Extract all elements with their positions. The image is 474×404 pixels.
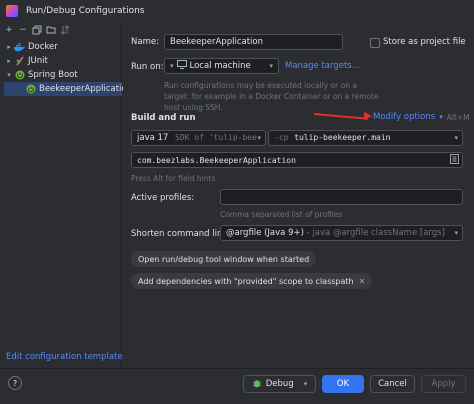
chevron-down-icon: ▾ <box>257 134 261 142</box>
name-value: BeekeeperApplication <box>170 37 263 47</box>
spring-boot-icon <box>26 84 36 95</box>
chevron-down-icon: ▾ <box>454 134 458 142</box>
ok-button[interactable]: OK <box>322 375 364 393</box>
classpath-select[interactable]: -cp tulip-beekeeper.main ▾ <box>268 130 463 146</box>
edit-templates-link[interactable]: Edit configuration templates... <box>6 352 135 362</box>
browse-icon[interactable] <box>450 153 459 167</box>
run-debug-icon <box>6 5 18 17</box>
remove-icon[interactable]: − <box>18 25 28 35</box>
build-run-title: Build and run <box>131 113 196 123</box>
close-icon[interactable]: ✕ <box>359 277 366 286</box>
run-on-value: Local machine <box>189 61 251 71</box>
chevron-right-icon[interactable]: ▸ <box>4 43 14 51</box>
tree-item-label: JUnit <box>28 56 48 66</box>
sort-icon[interactable] <box>60 25 70 35</box>
tree-item-beekeeper-application[interactable]: BeekeeperApplication <box>4 82 132 96</box>
shorten-command-line-label: Shorten command line: <box>131 229 231 239</box>
tree-item-label: BeekeeperApplication <box>39 84 132 94</box>
jdk-detail: SDK of 'tulip-bee <box>175 133 257 142</box>
run-on-label: Run on: <box>131 62 164 72</box>
store-as-project-file-checkbox[interactable] <box>370 38 380 48</box>
profiles-hint: Comma separated list of profiles <box>220 210 343 219</box>
annotation-arrow-head <box>363 111 373 121</box>
option-chip[interactable]: Add dependencies with "provided" scope t… <box>131 273 373 289</box>
classpath-value: tulip-beekeeper.main <box>294 133 391 142</box>
folder-icon[interactable] <box>46 25 56 35</box>
tree-item-spring-boot[interactable]: ▾ Spring Boot <box>4 68 122 82</box>
chevron-down-icon: ▾ <box>439 113 443 121</box>
name-label: Name: <box>131 37 159 47</box>
manage-targets-link[interactable]: Manage targets... <box>285 61 360 71</box>
debug-button[interactable]: Debug ▾ <box>243 375 316 393</box>
spring-boot-icon <box>14 70 25 81</box>
chevron-down-icon: ▾ <box>303 380 308 388</box>
run-on-hint: Run configurations may be executed local… <box>164 81 379 112</box>
debug-label: Debug <box>265 379 294 389</box>
modify-options-button[interactable]: Modify options ▾ Alt+M <box>373 112 470 122</box>
option-chip[interactable]: Open run/debug tool window when started <box>131 251 317 267</box>
tree-item-docker[interactable]: ▸ Docker <box>4 40 122 54</box>
shorten-detail: - java @argfile className [args] <box>303 228 445 238</box>
title-bar: Run/Debug Configurations <box>0 0 474 22</box>
copy-icon[interactable] <box>32 25 42 35</box>
apply-button[interactable]: Apply <box>421 375 466 393</box>
store-as-project-file-label: Store as project file <box>383 37 466 47</box>
chevron-down-icon: ▾ <box>269 62 273 70</box>
active-profiles-label: Active profiles: <box>131 193 195 203</box>
docker-icon <box>14 42 25 53</box>
junit-icon <box>14 56 25 67</box>
field-hint: Press Alt for field hints <box>131 174 216 183</box>
tree-item-label: Docker <box>28 42 58 52</box>
modify-options-label: Modify options <box>373 112 436 122</box>
jdk-value: java 17 <box>137 133 169 143</box>
classpath-prefix: -cp <box>274 133 289 142</box>
shorten-value: @argfile (Java 9+) <box>226 228 304 238</box>
window-title: Run/Debug Configurations <box>26 6 145 16</box>
tree-item-label: Spring Boot <box>28 70 78 80</box>
main-class-value: com.beezlabs.BeekeeperApplication <box>137 155 296 165</box>
name-input[interactable]: BeekeeperApplication <box>164 34 343 50</box>
modify-options-shortcut: Alt+M <box>446 112 470 122</box>
chevron-down-icon: ▾ <box>454 229 458 237</box>
chevron-down-icon: ▾ <box>170 62 174 70</box>
tree-item-junit[interactable]: ▸ JUnit <box>4 54 122 68</box>
computer-icon <box>176 60 187 72</box>
jdk-select[interactable]: java 17 SDK of 'tulip-bee ▾ <box>131 130 266 146</box>
cancel-button[interactable]: Cancel <box>370 375 415 393</box>
chevron-right-icon[interactable]: ▸ <box>4 57 14 65</box>
option-chip-label: Open run/debug tool window when started <box>138 254 310 264</box>
sidebar-toolbar: + − <box>0 22 122 38</box>
bug-icon <box>252 378 262 391</box>
shorten-command-line-select[interactable]: @argfile (Java 9+) - java @argfile class… <box>220 225 463 241</box>
chevron-down-icon[interactable]: ▾ <box>4 71 14 79</box>
config-tree: ▸ Docker ▸ JUnit ▾ Spring Boot Beekeeper… <box>4 40 132 96</box>
option-chip-label: Add dependencies with "provided" scope t… <box>138 276 354 286</box>
run-on-select[interactable]: ▾ Local machine ▾ <box>164 58 279 74</box>
active-profiles-input[interactable] <box>220 189 463 205</box>
help-icon[interactable]: ? <box>8 376 22 390</box>
main-class-input[interactable]: com.beezlabs.BeekeeperApplication <box>131 152 463 168</box>
add-icon[interactable]: + <box>4 25 14 35</box>
